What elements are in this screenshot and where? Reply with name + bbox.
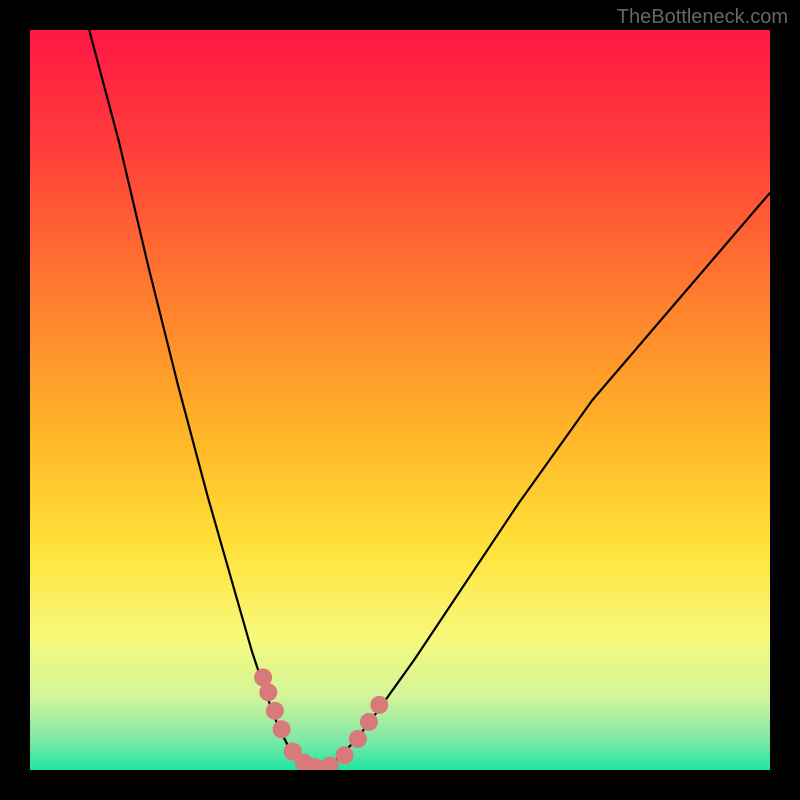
watermark-text: TheBottleneck.com (617, 6, 788, 29)
plot-area (30, 30, 770, 770)
chart-container: TheBottleneck.com (0, 0, 800, 800)
background-gradient (30, 30, 770, 770)
